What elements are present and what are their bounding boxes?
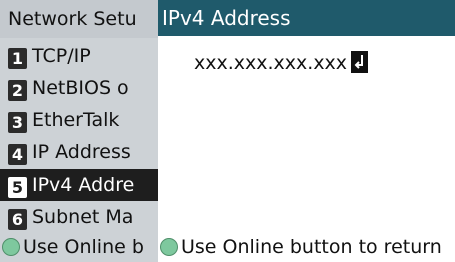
address-row[interactable]: xxx.xxx.xxx.xxx — [194, 50, 369, 76]
menu-footer-hint: Use Online b — [0, 233, 170, 262]
ipv4-address-panel: IPv4 Address xxx.xxx.xxx.xxx Use Online … — [158, 0, 455, 262]
menu-item-subnet-mask[interactable]: 6 Subnet Ma — [0, 201, 170, 233]
menu-item-label: IPv4 Addre — [32, 174, 135, 196]
menu-item-netbios[interactable]: 2 NetBIOS o — [0, 72, 170, 104]
menu-item-number: 1 — [8, 48, 27, 69]
menu-item-number: 5 — [8, 177, 27, 198]
menu-item-label: EtherTalk — [32, 109, 120, 131]
menu-item-label: IP Address — [32, 141, 131, 163]
menu-title: Network Setu — [0, 0, 170, 38]
enter-key-icon — [351, 51, 369, 73]
menu-footer-text: Use Online b — [23, 236, 144, 258]
circle-button-icon — [160, 238, 178, 256]
menu-item-number: 4 — [8, 144, 27, 165]
detail-footer-hint: Use Online button to return — [160, 233, 442, 262]
menu-item-ip-address[interactable]: 4 IP Address — [0, 136, 170, 168]
detail-footer-text: Use Online button to return — [181, 236, 442, 258]
menu-item-number: 2 — [8, 80, 27, 101]
menu-item-number: 3 — [8, 112, 27, 133]
menu-item-ethertalk[interactable]: 3 EtherTalk — [0, 104, 170, 136]
panel-title: IPv4 Address — [158, 0, 455, 36]
menu-item-label: Subnet Ma — [32, 206, 134, 228]
ipv4-address-value: xxx.xxx.xxx.xxx — [194, 52, 348, 74]
circle-button-icon — [2, 238, 20, 256]
menu-item-label: TCP/IP — [32, 45, 91, 67]
menu-item-label: NetBIOS o — [32, 77, 129, 99]
menu-item-tcp-ip[interactable]: 1 TCP/IP — [0, 40, 170, 72]
menu-item-number: 6 — [8, 209, 27, 230]
network-setup-menu: Network Setu 1 TCP/IP 2 NetBIOS o 3 EtherTa… — [0, 0, 170, 262]
menu-item-ipv4-address[interactable]: 5 IPv4 Addre — [0, 169, 170, 201]
printer-panel-screen: Network Setu 1 TCP/IP 2 NetBIOS o 3 EtherTa… — [0, 0, 455, 262]
